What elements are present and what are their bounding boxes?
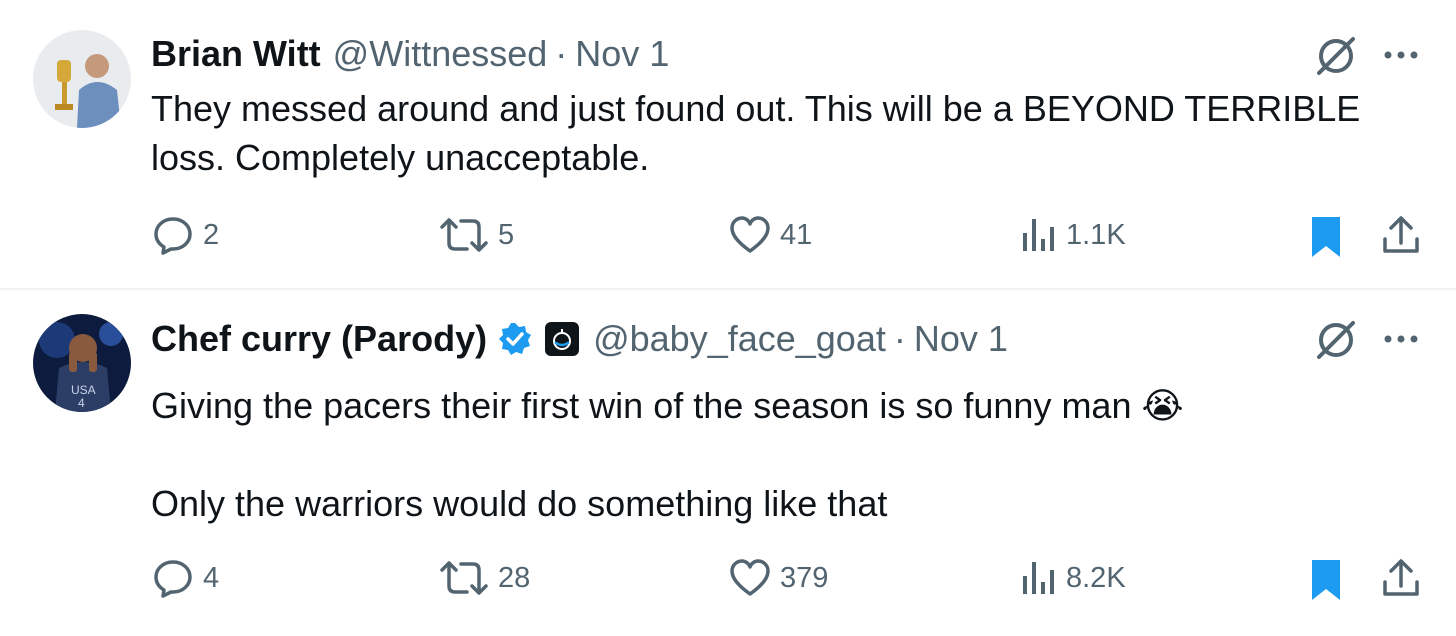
reply-count: 4	[203, 561, 220, 594]
repost-icon	[440, 561, 488, 595]
action-bar: 2 5 41 1.1K	[0, 213, 1456, 263]
display-name[interactable]: Brian Witt	[151, 33, 321, 75]
avatar[interactable]	[33, 30, 131, 128]
svg-text:USA: USA	[71, 383, 96, 397]
tweet-text: Giving the pacers their first win of the…	[151, 385, 1184, 524]
repost-button[interactable]: 28	[438, 556, 530, 600]
repost-button[interactable]: 5	[438, 213, 514, 257]
tweet[interactable]: USA 4 Chef curry (Parody) @baby_face_goa…	[0, 290, 1456, 636]
separator-dot: ·	[555, 33, 568, 74]
repost-count: 5	[498, 218, 515, 251]
views-button[interactable]: 8.2K	[1020, 556, 1126, 600]
tweet-header: Brian Witt @Wittnessed · Nov 1	[151, 30, 669, 78]
share-button[interactable]	[1380, 213, 1422, 257]
views-button[interactable]: 1.1K	[1020, 213, 1126, 257]
view-count: 8.2K	[1066, 561, 1126, 594]
reply-button[interactable]: 2	[151, 213, 219, 257]
separator-dot: ·	[893, 318, 906, 359]
bookmark-button[interactable]	[1308, 556, 1344, 604]
views-icon	[1023, 219, 1054, 251]
affiliate-badge-icon[interactable]	[545, 322, 580, 356]
timestamp[interactable]: Nov 1	[575, 33, 669, 75]
like-button[interactable]: 41	[728, 213, 812, 257]
tweet-header: Chef curry (Parody) @baby_face_goat · No…	[151, 315, 1008, 363]
like-icon	[730, 216, 770, 253]
like-icon	[730, 559, 770, 596]
more-icon[interactable]	[1378, 322, 1424, 356]
bookmark-icon	[1312, 560, 1340, 600]
action-bar: 4 28 379 8.2K	[0, 556, 1456, 606]
reply-icon	[154, 560, 192, 598]
share-button[interactable]	[1380, 556, 1422, 600]
share-icon	[1383, 559, 1419, 596]
share-icon	[1383, 216, 1419, 253]
display-name[interactable]: Chef curry (Parody)	[151, 318, 487, 360]
username[interactable]: @Wittnessed	[333, 33, 548, 75]
bookmark-button[interactable]	[1308, 213, 1344, 261]
avatar[interactable]: USA 4	[33, 314, 131, 412]
reply-count: 2	[203, 218, 220, 251]
reply-button[interactable]: 4	[151, 556, 219, 600]
more-icon[interactable]	[1378, 38, 1424, 72]
verified-badge-icon	[499, 323, 532, 355]
repost-count: 28	[498, 561, 531, 594]
bookmark-icon	[1312, 217, 1340, 257]
views-icon	[1023, 562, 1054, 594]
view-count: 1.1K	[1066, 218, 1126, 251]
like-button[interactable]: 379	[728, 556, 828, 600]
timestamp[interactable]: Nov 1	[914, 318, 1008, 360]
tweet[interactable]: Brian Witt @Wittnessed · Nov 1 They mess…	[0, 0, 1456, 290]
like-count: 379	[780, 561, 829, 594]
svg-text:4: 4	[78, 396, 85, 410]
reply-icon	[154, 217, 192, 255]
like-count: 41	[780, 218, 813, 251]
repost-icon	[440, 218, 488, 252]
grok-icon[interactable]	[1313, 317, 1359, 363]
tweet-text: They messed around and just found out. T…	[151, 88, 1371, 178]
username[interactable]: @baby_face_goat	[593, 318, 886, 360]
grok-icon[interactable]	[1313, 33, 1359, 79]
